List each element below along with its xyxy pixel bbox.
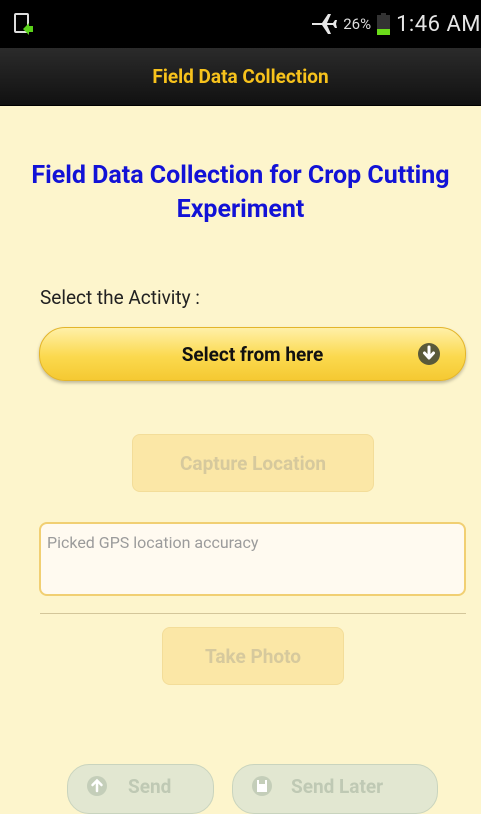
chevron-down-icon xyxy=(418,343,440,365)
action-bar-title: Field Data Collection xyxy=(152,65,329,88)
send-later-label: Send Later xyxy=(291,775,384,798)
gps-accuracy-placeholder: Picked GPS location accuracy xyxy=(47,533,259,552)
take-photo-label: Take Photo xyxy=(204,644,301,668)
send-button[interactable]: Send xyxy=(67,764,214,814)
clock: 1:46 AM xyxy=(396,11,481,37)
status-icons: 26% 1:46 AM xyxy=(311,8,481,40)
capture-location-button[interactable]: Capture Location xyxy=(132,434,374,492)
gps-accuracy-field[interactable]: Picked GPS location accuracy xyxy=(39,522,466,596)
send-later-button[interactable]: Send Later xyxy=(232,764,438,814)
activity-select-label: Select from here xyxy=(181,342,324,366)
activity-label: Select the Activity : xyxy=(40,286,200,309)
take-photo-button[interactable]: Take Photo xyxy=(162,627,344,685)
send-label: Send xyxy=(128,775,172,798)
save-icon xyxy=(252,776,272,796)
page-title: Field Data Collection for Crop Cutting E… xyxy=(31,161,450,224)
activity-select[interactable]: Select from here xyxy=(39,327,466,381)
status-bar: 26% 1:46 AM xyxy=(0,0,481,48)
screenshot-icon xyxy=(14,13,34,39)
battery-percent: 26% xyxy=(343,15,372,33)
battery-icon xyxy=(377,13,391,35)
upload-icon xyxy=(87,776,107,796)
action-bar: Field Data Collection xyxy=(0,48,481,106)
divider xyxy=(40,613,466,614)
capture-location-label: Capture Location xyxy=(179,451,327,475)
main-content: Field Data Collection for Crop Cutting E… xyxy=(0,106,481,814)
airplane-mode-icon xyxy=(312,14,338,34)
